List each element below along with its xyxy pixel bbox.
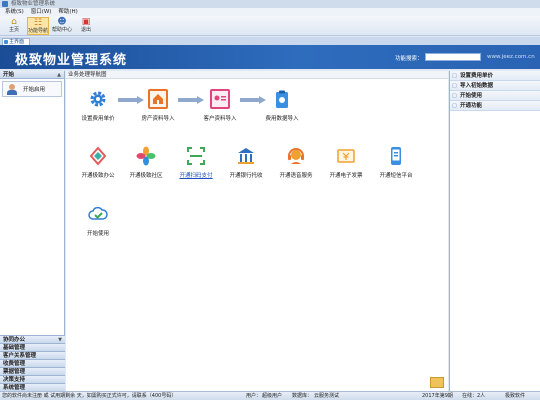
right-item-import-initial-data[interactable]: 导入初始数据 — [450, 81, 540, 91]
service-label: 开通语音服务 — [279, 173, 313, 179]
service-label: 开始使用 — [86, 231, 109, 237]
menu-help[interactable]: 帮助(H) — [58, 8, 77, 16]
status-brand: 极致软件 — [505, 393, 526, 399]
search-input[interactable] — [425, 53, 481, 61]
flow-customer-import[interactable]: 客户资料导入 — [192, 89, 248, 122]
flow-set-fee-price[interactable]: 设置费用单价 — [70, 89, 126, 122]
service-bank[interactable]: 开通银行托收 — [218, 146, 274, 179]
main-title: 业务处理导航图 — [66, 71, 448, 79]
service-start-using[interactable]: 开始使用 — [70, 204, 126, 237]
home-button[interactable]: ⌂ 主页 — [3, 17, 25, 35]
help-center-button-label: 帮助中心 — [51, 27, 72, 33]
sidebar-group-basic[interactable]: 基础管理 — [0, 343, 65, 351]
sidebar-group-bill[interactable]: 票据管理 — [0, 367, 65, 375]
service-label: 开通银行托收 — [229, 173, 263, 179]
sidebar-group-crm[interactable]: 客户关系管理 — [0, 351, 65, 359]
right-item-set-fee-price[interactable]: 设置费用单价 — [450, 71, 540, 81]
tab-main[interactable]: 主界面 — [2, 38, 30, 45]
community-icon — [136, 146, 156, 166]
flow-label: 房产资料导入 — [141, 116, 175, 122]
house-import-icon — [148, 89, 168, 109]
bank-icon — [236, 146, 256, 166]
sidebar-header-label: 开始 — [3, 72, 15, 78]
status-bar: 您的软件尚未注册 或 试用期剩余 天，如需购买正式许可，请联系（400号码） 用… — [0, 391, 540, 400]
main-panel: 业务处理导航图 设置费用单价 房产资料导入 客户资料导入 费用数据导入 开通极致… — [66, 71, 448, 391]
collapse-icon[interactable]: ▲ — [57, 71, 61, 79]
service-community[interactable]: 开通极致社区 — [118, 146, 174, 179]
home-icon: ⌂ — [11, 17, 17, 27]
flow-house-import[interactable]: 房产资料导入 — [130, 89, 186, 122]
window-title-bar: 极致物业管理系统 — [0, 0, 540, 8]
status-user: 超级用户 — [262, 393, 283, 399]
sidebar-item-label: 开始启用 — [23, 87, 46, 93]
service-voice[interactable]: 开通语音服务 — [268, 146, 324, 179]
sidebar-group-charge[interactable]: 收费管理 — [0, 359, 65, 367]
exit-button-label: 退出 — [80, 27, 91, 33]
cloud-check-icon — [88, 204, 108, 224]
nav-button[interactable]: ☷ 功能导航 — [27, 17, 49, 35]
scan-pay-icon — [186, 146, 206, 166]
fee-clipboard-icon — [272, 89, 292, 109]
right-item-start-using[interactable]: 开始使用 — [450, 91, 540, 101]
sms-platform-icon — [386, 146, 406, 166]
voice-service-icon — [286, 146, 306, 166]
user-icon — [7, 84, 17, 95]
service-label[interactable]: 开通扫码支付 — [168, 171, 224, 179]
menu-system[interactable]: 系统(S) — [5, 8, 24, 16]
sidebar-item-start-enable[interactable]: 开始启用 — [2, 81, 62, 97]
home-button-label: 主页 — [8, 27, 19, 33]
sidebar-groups: 协同办公 ▼ 基础管理 客户关系管理 收费管理 票据管理 决策支持 系统管理 — [0, 335, 65, 391]
gear-icon — [88, 89, 108, 109]
service-scan-pay[interactable]: 开通扫码支付 — [168, 146, 224, 179]
e-invoice-icon — [336, 146, 356, 166]
service-label: 开通极致社区 — [129, 173, 163, 179]
status-online: 在线：2人 — [462, 393, 486, 399]
help-center-button[interactable]: ☻ 帮助中心 — [51, 17, 73, 35]
sidebar: 开始 ▲ 开始启用 协同办公 ▼ 基础管理 客户关系管理 收费管理 票据管理 决策… — [0, 71, 65, 391]
right-panel: 设置费用单价 导入初始数据 开始使用 开通功能 — [449, 71, 540, 391]
toolbar: ⌂ 主页 ☷ 功能导航 ☻ 帮助中心 ▣ 退出 — [0, 16, 540, 36]
nav-button-label: 功能导航 — [28, 28, 49, 34]
website-url: www.jeez.com.cn — [487, 54, 535, 60]
status-license-notice: 您的软件尚未注册 或 试用期剩余 天，如需购买正式许可，请联系（400号码） — [2, 393, 177, 399]
service-sms[interactable]: 开通短信平台 — [368, 146, 424, 179]
help-center-icon: ☻ — [57, 17, 67, 27]
service-e-invoice[interactable]: 开通电子发票 — [318, 146, 374, 179]
sidebar-header[interactable]: 开始 ▲ — [0, 71, 64, 79]
flow-fee-import[interactable]: 费用数据导入 — [254, 89, 310, 122]
window-title: 极致物业管理系统 — [11, 1, 56, 7]
status-period: 2017年第9期 — [422, 393, 453, 399]
status-user-label: 用户： — [246, 393, 262, 399]
document-tab-strip: 主界面 — [0, 37, 540, 45]
right-item-enable-features[interactable]: 开通功能 — [450, 101, 540, 111]
exit-icon: ▣ — [81, 17, 91, 27]
status-db-label: 数据库： — [292, 393, 313, 399]
banner-title: 极致物业管理系统 — [15, 53, 128, 68]
status-db: 云服务测试 — [314, 393, 340, 399]
menu-bar: 系统(S) 窗口(W) 帮助(H) — [0, 8, 540, 16]
search-label: 功能搜索： — [395, 56, 423, 62]
service-label: 开通电子发票 — [329, 173, 363, 179]
service-label: 开通短信平台 — [379, 173, 413, 179]
nav-icon: ☷ — [33, 18, 43, 28]
flow-label: 设置费用单价 — [81, 116, 115, 122]
banner: 极致物业管理系统 功能搜索： www.jeez.com.cn — [0, 45, 540, 69]
app-icon — [2, 1, 8, 7]
office-icon — [88, 146, 108, 166]
sidebar-group-system[interactable]: 系统管理 — [0, 383, 65, 391]
corner-toggle-button[interactable] — [430, 377, 444, 388]
flow-label: 费用数据导入 — [265, 116, 299, 122]
exit-button[interactable]: ▣ 退出 — [75, 17, 97, 35]
customer-card-icon — [210, 89, 230, 109]
flow-label: 客户资料导入 — [203, 116, 237, 122]
menu-window[interactable]: 窗口(W) — [31, 8, 52, 16]
sidebar-group-decision[interactable]: 决策支持 — [0, 375, 65, 383]
sidebar-group-collab[interactable]: 协同办公 ▼ — [0, 335, 65, 343]
